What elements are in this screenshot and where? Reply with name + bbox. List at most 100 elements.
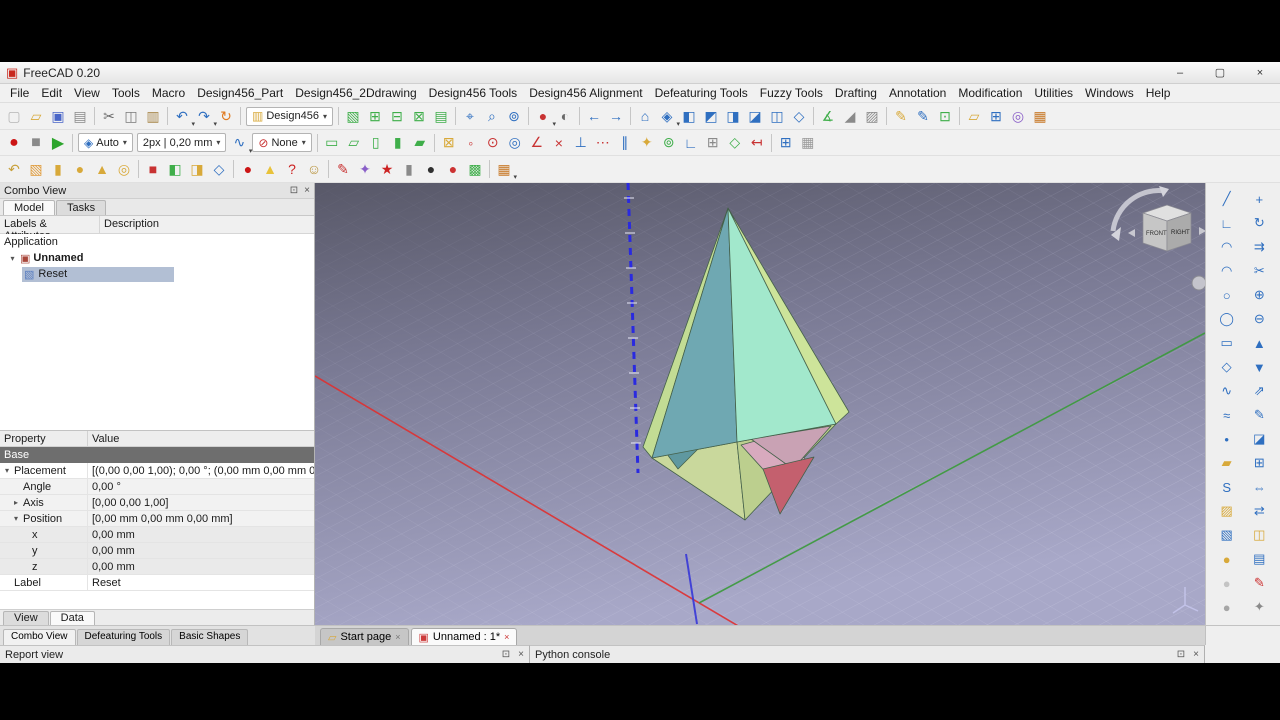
- column-labels-attributes[interactable]: Labels & Attributes: [0, 216, 100, 242]
- close-panel-icon[interactable]: ×: [1193, 649, 1199, 660]
- expander-icon[interactable]: ▸: [11, 498, 21, 507]
- 3d-viewport[interactable]: FRONT RIGHT: [314, 182, 1207, 631]
- draft-bezier[interactable]: ≈: [1215, 404, 1239, 426]
- maximize-button[interactable]: ▢: [1200, 62, 1240, 83]
- save-document[interactable]: ▣: [47, 105, 69, 127]
- line-width[interactable]: 2px | 0,20 mm ▾: [136, 133, 227, 152]
- float-panel-icon[interactable]: ⊡: [290, 185, 298, 196]
- fit-all[interactable]: ⌖: [459, 105, 481, 127]
- view-bottom[interactable]: ◫: [766, 105, 788, 127]
- draft-split[interactable]: ⊖: [1247, 308, 1271, 330]
- view-right[interactable]: ◨: [722, 105, 744, 127]
- paint-face[interactable]: ✎: [332, 158, 354, 180]
- property-value[interactable]: 0,00 mm: [88, 527, 314, 542]
- close-button[interactable]: ×: [1240, 62, 1280, 83]
- undo[interactable]: ↶ ▾: [171, 105, 195, 129]
- close-tab-icon[interactable]: ×: [395, 632, 400, 642]
- macro-stop[interactable]: ■: [25, 132, 47, 154]
- column-description[interactable]: Description: [100, 216, 314, 233]
- float-panel-icon[interactable]: ⊡: [502, 649, 510, 660]
- property-row-label[interactable]: Label Reset: [0, 575, 314, 591]
- create-sketch[interactable]: ✎: [890, 105, 912, 127]
- expander-icon[interactable]: ▾: [8, 254, 17, 263]
- snap-near[interactable]: ⊚: [658, 132, 680, 154]
- autogroup[interactable]: ⊘ None ▾: [252, 133, 312, 152]
- draft-facebinder[interactable]: ▰: [1215, 452, 1239, 474]
- value-column-header[interactable]: Value: [88, 431, 314, 446]
- draft-annotation[interactable]: ✎: [1247, 572, 1271, 594]
- working-plane[interactable]: ◈ Auto ▾: [78, 133, 133, 152]
- appearance[interactable]: ◎: [1007, 105, 1029, 127]
- menu-item-annotation[interactable]: Annotation: [883, 85, 952, 101]
- close-tab-icon[interactable]: ×: [504, 632, 509, 642]
- draft-rotate[interactable]: ↻: [1247, 212, 1271, 234]
- snap-perpendicular[interactable]: ⊥: [570, 132, 592, 154]
- paste[interactable]: ▥: [142, 105, 164, 127]
- view-rear[interactable]: ◪: [744, 105, 766, 127]
- menu-item-design456-alignment[interactable]: Design456 Alignment: [523, 85, 648, 101]
- menu-item-defeaturing-tools[interactable]: Defeaturing Tools: [649, 85, 754, 101]
- draft-slab-green[interactable]: ▮: [387, 132, 409, 154]
- property-group-base[interactable]: Base: [0, 447, 314, 463]
- expander-icon[interactable]: ▾: [2, 466, 12, 475]
- tree-item-document[interactable]: ▾ ▣ Unnamed: [0, 250, 314, 266]
- design456-extrude[interactable]: ⊞: [364, 105, 386, 127]
- property-column-header[interactable]: Property: [0, 431, 88, 446]
- sphere-red[interactable]: ●: [442, 158, 464, 180]
- property-row-axis[interactable]: ▸ Axis [0,00 0,00 1,00]: [0, 495, 314, 511]
- nav-back[interactable]: ←: [583, 105, 605, 127]
- new-group[interactable]: ▱: [963, 105, 985, 127]
- snap-dimensions[interactable]: ↤: [746, 132, 768, 154]
- view-top[interactable]: ◩: [700, 105, 722, 127]
- draft-line[interactable]: ╱: [1215, 188, 1239, 210]
- draft-circle[interactable]: ○: [1215, 284, 1239, 306]
- snap-extension[interactable]: ⋯: [592, 132, 614, 154]
- split-face[interactable]: ◨: [186, 158, 208, 180]
- redo[interactable]: ↷ ▾: [193, 105, 217, 129]
- tab-unnamed-document[interactable]: ▣ Unnamed : 1* ×: [410, 628, 518, 645]
- dock-tab-defeaturing-tools[interactable]: Defeaturing Tools: [76, 629, 171, 645]
- draft-rectangle[interactable]: ▭: [1215, 332, 1239, 354]
- menu-item-help[interactable]: Help: [1140, 85, 1177, 101]
- close-panel-icon[interactable]: ×: [518, 649, 524, 660]
- cylinder-gray[interactable]: ▮: [398, 158, 420, 180]
- part-torus[interactable]: ◎: [113, 158, 135, 180]
- extract-face[interactable]: ◧: [164, 158, 186, 180]
- menu-item-windows[interactable]: Windows: [1079, 85, 1140, 101]
- property-value[interactable]: Reset: [88, 575, 314, 590]
- sync-view[interactable]: ⊚: [503, 105, 525, 127]
- edit-sketch[interactable]: ✎: [912, 105, 934, 127]
- menu-item-design456-tools[interactable]: Design456 Tools: [423, 85, 524, 101]
- property-value[interactable]: [0,00 0,00 1,00]: [88, 495, 314, 510]
- view-left[interactable]: ◇: [788, 105, 810, 127]
- menu-item-design456-2ddrawing[interactable]: Design456_2Ddrawing: [289, 85, 422, 101]
- float-panel-icon[interactable]: ⊡: [1177, 649, 1185, 660]
- workbench-selector[interactable]: ▥ Design456 ▾: [246, 106, 333, 126]
- color-per-face[interactable]: ▦ ▾: [493, 158, 517, 182]
- ellipse-black[interactable]: ●: [420, 158, 442, 180]
- draft-fillet[interactable]: ◠: [1215, 236, 1239, 258]
- menu-item-tools[interactable]: Tools: [106, 85, 146, 101]
- design456-part-box[interactable]: ▧: [342, 105, 364, 127]
- part-cone[interactable]: ▲: [91, 158, 113, 180]
- draft-polygon[interactable]: ◇: [1215, 356, 1239, 378]
- property-value[interactable]: 0,00 mm: [88, 559, 314, 574]
- menu-item-view[interactable]: View: [68, 85, 106, 101]
- draft-mirror[interactable]: ⇔: [1247, 476, 1271, 498]
- expander-icon[interactable]: ▾: [11, 514, 21, 523]
- whats-this-help[interactable]: ?: [281, 158, 303, 180]
- measure-distance[interactable]: ∡: [817, 105, 839, 127]
- box-selection[interactable]: ⊞: [985, 105, 1007, 127]
- property-value[interactable]: [0,00 mm 0,00 mm 0,00 mm]: [88, 511, 314, 526]
- part-cylinder[interactable]: ▮: [47, 158, 69, 180]
- texture-box[interactable]: ▨: [861, 105, 883, 127]
- toggle-snap[interactable]: ▦: [797, 132, 819, 154]
- snap-midpoint[interactable]: ⊙: [482, 132, 504, 154]
- dock-tab-basic-shapes[interactable]: Basic Shapes: [171, 629, 249, 645]
- tab-start-page[interactable]: ▱ Start page ×: [320, 628, 409, 645]
- design456-subtract[interactable]: ⊠: [408, 105, 430, 127]
- draft-array[interactable]: ⊞: [1247, 452, 1271, 474]
- navcube-menu-button[interactable]: [1191, 275, 1207, 291]
- draft-box-green[interactable]: ▯: [365, 132, 387, 154]
- sphere-yellow[interactable]: ●: [1215, 548, 1239, 570]
